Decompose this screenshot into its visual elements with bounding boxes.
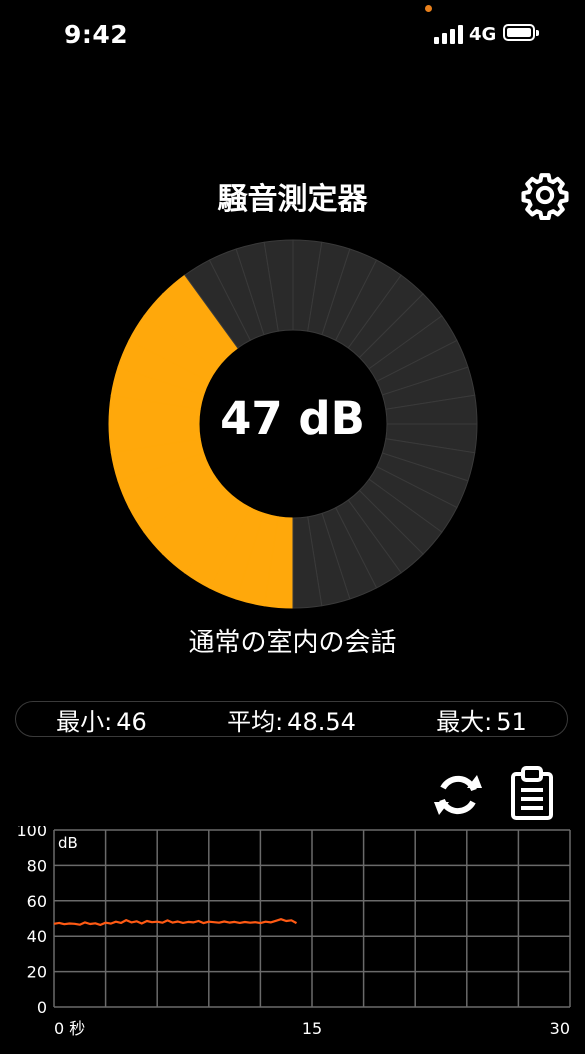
page-title: 騒音測定器 xyxy=(217,182,368,217)
chart-y-tick-label: 0 xyxy=(37,998,47,1017)
chart-unit-label: dB xyxy=(58,834,78,852)
stat-max-label: 最大: xyxy=(436,707,493,736)
chart-x-tick-label: 30 xyxy=(550,1019,570,1038)
status-bar: 9:42 4G xyxy=(0,0,585,70)
stat-average-value: 48.54 xyxy=(287,707,356,736)
stats-bar: 最小: 46 平均: 48.54 最大: 51 xyxy=(15,701,568,737)
chart-y-tick-label: 20 xyxy=(27,963,47,982)
decibel-history-chart: 100 80 60 40 20 0 0 秒 15 30 dB xyxy=(16,826,571,1038)
status-time: 9:42 xyxy=(64,20,129,49)
stat-max: 最大: 51 xyxy=(436,702,527,737)
stat-average: 平均: 48.54 xyxy=(227,702,356,737)
refresh-icon[interactable] xyxy=(430,770,486,820)
privacy-indicator-dot xyxy=(425,5,432,12)
chart-y-tick-label: 60 xyxy=(27,892,47,911)
chart-y-axis: 100 80 60 40 20 0 xyxy=(16,826,47,1017)
stat-min-label: 最小: xyxy=(56,707,113,736)
gear-icon[interactable] xyxy=(520,170,570,220)
decibel-readout: 47 dB xyxy=(220,392,365,445)
stat-min-value: 46 xyxy=(116,707,147,736)
chart-y-tick-label: 100 xyxy=(16,826,47,840)
clipboard-icon[interactable] xyxy=(508,765,556,821)
battery-icon xyxy=(503,24,539,41)
stat-average-label: 平均: xyxy=(227,707,284,736)
chart-x-tick-label: 15 xyxy=(302,1019,322,1038)
stat-min: 最小: 46 xyxy=(56,702,147,737)
chart-x-axis: 0 秒 15 30 xyxy=(54,1019,570,1038)
chart-y-tick-label: 40 xyxy=(27,927,47,946)
chart-x-tick-label: 0 秒 xyxy=(54,1019,85,1038)
stat-max-value: 51 xyxy=(496,707,527,736)
cellular-signal-icon xyxy=(434,24,466,44)
network-type: 4G xyxy=(469,24,497,45)
chart-grid xyxy=(53,829,571,1008)
noise-level-description: 通常の室内の会話 xyxy=(188,628,397,658)
chart-y-tick-label: 80 xyxy=(27,856,47,875)
